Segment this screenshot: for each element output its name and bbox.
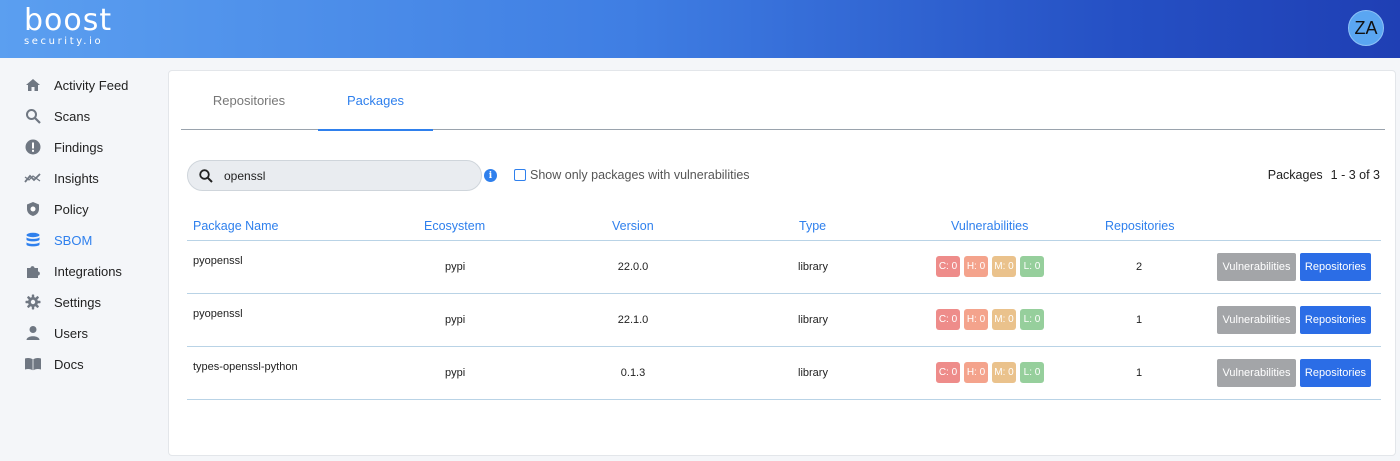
sidebar-item-policy[interactable]: Policy xyxy=(24,198,89,220)
sidebar-item-label: SBOM xyxy=(54,232,93,248)
book-icon xyxy=(24,355,42,373)
low-count-badge: L: 0 xyxy=(1020,362,1044,383)
medium-count-badge: M: 0 xyxy=(992,309,1016,330)
sidebar-item-label: Insights xyxy=(54,170,99,186)
sidebar-item-activity-feed[interactable]: Activity Feed xyxy=(24,74,128,96)
medium-count-badge: M: 0 xyxy=(992,362,1016,383)
package-type: library xyxy=(798,314,828,326)
search-box[interactable] xyxy=(187,160,482,191)
pagination-summary: Packages 1 - 3 of 3 xyxy=(1268,168,1380,182)
table-row: types-openssl-python pypi 0.1.3 library … xyxy=(187,347,1381,400)
user-icon xyxy=(24,324,42,342)
high-count-badge: H: 0 xyxy=(964,362,988,383)
logo-subtitle: security.io xyxy=(24,36,104,47)
package-ecosystem: pypi xyxy=(445,314,466,326)
critical-count-badge: C: 0 xyxy=(936,362,960,383)
info-icon[interactable]: i xyxy=(484,169,497,182)
search-input[interactable] xyxy=(224,168,464,183)
critical-count-badge: C: 0 xyxy=(936,309,960,330)
sidebar-item-label: Findings xyxy=(54,139,104,155)
vulnerability-filter: Show only packages with vulnerabilities xyxy=(514,168,750,182)
search-icon xyxy=(198,168,214,184)
column-header-type[interactable]: Type xyxy=(799,219,826,233)
sidebar-item-label: Activity Feed xyxy=(54,77,129,93)
repository-count: 2 xyxy=(1135,261,1143,273)
package-name: pyopenssl xyxy=(193,255,243,267)
sidebar-item-docs[interactable]: Docs xyxy=(24,353,84,375)
package-version: 22.0.0 xyxy=(617,261,649,273)
database-icon xyxy=(24,231,42,249)
vulnerabilities-only-label[interactable]: Show only packages with vulnerabilities xyxy=(530,168,750,182)
view-repositories-button[interactable]: Repositories xyxy=(1300,359,1371,387)
sidebar-item-integrations[interactable]: Integrations xyxy=(24,260,122,282)
sidebar-item-label: Settings xyxy=(54,294,101,310)
repository-count: 1 xyxy=(1135,314,1143,326)
package-version: 0.1.3 xyxy=(620,367,646,379)
view-repositories-button[interactable]: Repositories xyxy=(1300,306,1371,334)
sidebar-item-label: Policy xyxy=(54,201,89,217)
view-vulnerabilities-button[interactable]: Vulnerabilities xyxy=(1217,253,1296,281)
search-icon xyxy=(24,107,42,125)
sidebar-item-scans[interactable]: Scans xyxy=(24,105,90,127)
trend-icon xyxy=(24,169,42,187)
package-name: types-openssl-python xyxy=(193,361,298,373)
column-header-package-name[interactable]: Package Name xyxy=(193,219,278,233)
low-count-badge: L: 0 xyxy=(1020,256,1044,277)
medium-count-badge: M: 0 xyxy=(992,256,1016,277)
high-count-badge: H: 0 xyxy=(964,256,988,277)
vulnerability-badges: C: 0 H: 0 M: 0 L: 0 xyxy=(936,256,1048,277)
vulnerability-badges: C: 0 H: 0 M: 0 L: 0 xyxy=(936,309,1048,330)
sidebar-item-findings[interactable]: Findings xyxy=(24,136,103,158)
sidebar-item-label: Integrations xyxy=(54,263,122,279)
user-avatar[interactable]: ZA xyxy=(1348,10,1384,46)
sidebar-item-sbom[interactable]: SBOM xyxy=(24,229,92,251)
package-ecosystem: pypi xyxy=(445,261,466,273)
critical-count-badge: C: 0 xyxy=(936,256,960,277)
column-header-vulnerabilities[interactable]: Vulnerabilities xyxy=(951,219,1028,233)
package-version: 22.1.0 xyxy=(617,314,649,326)
tab-bar: Repositories Packages xyxy=(181,71,1385,131)
column-header-ecosystem[interactable]: Ecosystem xyxy=(424,219,485,233)
sidebar-item-label: Docs xyxy=(54,356,84,372)
tab-repositories[interactable]: Repositories xyxy=(181,71,317,130)
sidebar-item-label: Users xyxy=(54,325,88,341)
sidebar-item-insights[interactable]: Insights xyxy=(24,167,99,189)
main-card: Repositories Packages i Show only packag… xyxy=(168,70,1396,456)
sidebar-item-users[interactable]: Users xyxy=(24,322,88,344)
view-vulnerabilities-button[interactable]: Vulnerabilities xyxy=(1217,359,1296,387)
puzzle-icon xyxy=(24,262,42,280)
vulnerability-badges: C: 0 H: 0 M: 0 L: 0 xyxy=(936,362,1048,383)
home-icon xyxy=(24,76,42,94)
column-header-version[interactable]: Version xyxy=(612,219,654,233)
logo-wordmark: boost xyxy=(24,3,113,38)
column-header-repositories[interactable]: Repositories xyxy=(1105,219,1174,233)
vulnerabilities-only-checkbox[interactable] xyxy=(514,169,526,181)
pagination-range: 1 - 3 of 3 xyxy=(1330,168,1380,182)
tab-packages[interactable]: Packages xyxy=(318,71,433,131)
table-header: Package Name Ecosystem Version Type Vuln… xyxy=(187,215,1381,241)
low-count-badge: L: 0 xyxy=(1020,309,1044,330)
sidebar-item-label: Scans xyxy=(54,108,91,124)
table-row: pyopenssl pypi 22.1.0 library C: 0 H: 0 … xyxy=(187,294,1381,347)
view-vulnerabilities-button[interactable]: Vulnerabilities xyxy=(1217,306,1296,334)
gear-icon xyxy=(24,293,42,311)
repository-count: 1 xyxy=(1135,367,1143,379)
package-ecosystem: pypi xyxy=(445,367,466,379)
sidebar-item-settings[interactable]: Settings xyxy=(24,291,101,313)
sidebar: Activity Feed Scans Findings Insights Po… xyxy=(0,58,168,461)
package-name: pyopenssl xyxy=(193,308,243,320)
table-row: pyopenssl pypi 22.0.0 library C: 0 H: 0 … xyxy=(187,241,1381,294)
package-type: library xyxy=(798,261,828,273)
high-count-badge: H: 0 xyxy=(964,309,988,330)
view-repositories-button[interactable]: Repositories xyxy=(1300,253,1371,281)
shield-icon xyxy=(24,200,42,218)
boost-logo[interactable]: boost security.io xyxy=(24,3,113,48)
top-bar: boost security.io ZA xyxy=(0,0,1400,58)
pagination-label: Packages xyxy=(1267,168,1323,182)
package-type: library xyxy=(798,367,828,379)
alert-icon xyxy=(24,138,42,156)
